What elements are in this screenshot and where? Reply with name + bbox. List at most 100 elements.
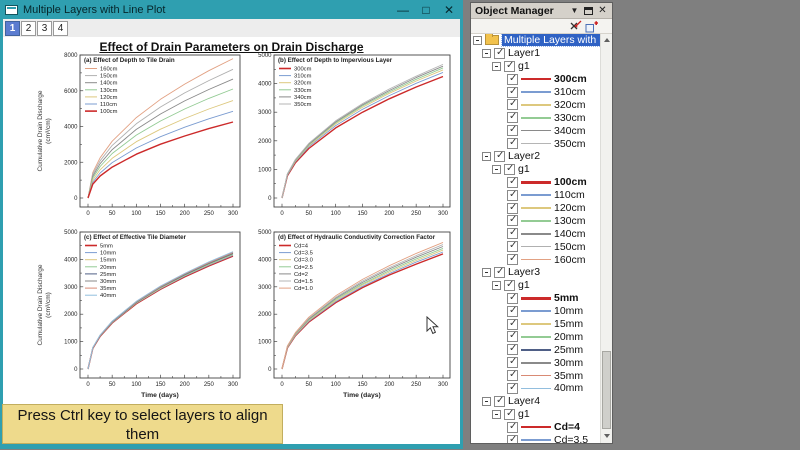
tree-item-40mm[interactable]: 40mm [471,382,612,395]
add-plot-icon[interactable] [585,20,598,33]
checkbox-checked[interactable] [507,203,518,214]
checkbox-checked[interactable] [504,61,515,72]
tree-item-layer4[interactable]: Layer4 [471,395,612,408]
checkbox-checked[interactable] [507,241,518,252]
tree-item-100cm[interactable]: 100cm [471,176,612,189]
tree-item-25mm[interactable]: 25mm [471,343,612,356]
tree-item-g1[interactable]: g1 [471,408,612,421]
tree-item-g1[interactable]: g1 [471,163,612,176]
plot-color-swatch [521,349,551,351]
checkbox-checked[interactable] [507,87,518,98]
collapse-icon[interactable] [492,62,501,71]
checkbox-checked[interactable] [507,293,518,304]
tree-item-130cm[interactable]: 130cm [471,214,612,227]
checkbox-checked[interactable] [507,370,518,381]
svg-text:330cm: 330cm [294,88,312,94]
checkbox-checked[interactable] [507,357,518,368]
plot-color-swatch [521,91,551,93]
chevron-down-icon[interactable]: ▼ [569,4,580,18]
checkbox-checked[interactable] [507,306,518,317]
collapse-icon[interactable] [492,165,501,174]
tree-item-310cm[interactable]: 310cm [471,86,612,99]
checkbox-checked[interactable] [507,112,518,123]
checkbox-checked[interactable] [494,267,505,278]
layer-tab-2[interactable]: 2 [21,21,36,36]
charts-canvas: 02000400060008000050100150200250300(a) E… [3,37,460,444]
tree-item-20mm[interactable]: 20mm [471,330,612,343]
tree-item-35mm[interactable]: 35mm [471,369,612,382]
checkbox-checked[interactable] [507,215,518,226]
plot-color-swatch [521,246,551,248]
collapse-icon[interactable] [482,268,491,277]
checkbox-checked[interactable] [507,74,518,85]
collapse-icon[interactable] [482,49,491,58]
layer-tab-1[interactable]: 1 [5,21,20,36]
collapse-icon[interactable] [482,397,491,406]
tree-item-layer1[interactable]: Layer1 [471,47,612,60]
collapse-icon[interactable] [482,152,491,161]
checkbox-checked[interactable] [494,396,505,407]
tree-item-330cm[interactable]: 330cm [471,111,612,124]
svg-text:150cm: 150cm [100,74,118,80]
tree-item-160cm[interactable]: 160cm [471,253,612,266]
tree-item-cd-3-5[interactable]: Cd=3.5 [471,434,612,443]
tree-item-cd-4[interactable]: Cd=4 [471,421,612,434]
tree-item-340cm[interactable]: 340cm [471,124,612,137]
panel-close-icon[interactable]: ✕ [597,4,608,18]
checkbox-checked[interactable] [504,409,515,420]
tree-item-140cm[interactable]: 140cm [471,227,612,240]
plot-color-swatch [521,220,551,222]
tree-item-30mm[interactable]: 30mm [471,356,612,369]
collapse-icon[interactable] [492,281,501,290]
checkbox-checked[interactable] [507,190,518,201]
scrollbar-thumb[interactable] [602,351,611,429]
minimize-icon[interactable]: — [394,2,412,18]
layer-tab-4[interactable]: 4 [53,21,68,36]
checkbox-checked[interactable] [507,254,518,265]
checkbox-checked[interactable] [507,99,518,110]
checkbox-checked[interactable] [507,177,518,188]
checkbox-checked[interactable] [507,422,518,433]
float-panel-icon[interactable] [584,7,593,15]
checkbox-checked[interactable] [507,138,518,149]
tree-item-g1[interactable]: g1 [471,60,612,73]
checkbox-checked[interactable] [504,280,515,291]
collapse-icon[interactable] [492,410,501,419]
tree-item-120cm[interactable]: 120cm [471,202,612,215]
svg-text:200: 200 [384,211,395,217]
checkbox-checked[interactable] [507,319,518,330]
checkbox-checked[interactable] [494,151,505,162]
tree-item-multiple-layers-with-line-plo[interactable]: Multiple Layers with Line Plo [471,34,612,47]
tree-root-label[interactable]: Multiple Layers with Line Plo [502,34,612,46]
scroll-up-icon[interactable] [601,34,612,46]
tree-item-320cm[interactable]: 320cm [471,98,612,111]
hide-plots-icon[interactable] [569,20,582,33]
tree-item-10mm[interactable]: 10mm [471,305,612,318]
maximize-icon[interactable]: □ [417,2,435,18]
tree-item-5mm[interactable]: 5mm [471,292,612,305]
tree-item-300cm[interactable]: 300cm [471,73,612,86]
checkbox-checked[interactable] [507,331,518,342]
checkbox-checked[interactable] [507,344,518,355]
checkbox-checked[interactable] [507,435,518,443]
tree-item-layer3[interactable]: Layer3 [471,266,612,279]
tree-item-110cm[interactable]: 110cm [471,189,612,202]
checkbox-checked[interactable] [507,125,518,136]
graph-window-titlebar[interactable]: Multiple Layers with Line Plot — □ ✕ [0,0,463,19]
checkbox-checked[interactable] [494,48,505,59]
tree-item-350cm[interactable]: 350cm [471,137,612,150]
collapse-icon[interactable] [473,36,482,45]
object-manager-titlebar[interactable]: Object Manager ▼ ✕ [471,3,612,19]
tree-item-layer2[interactable]: Layer2 [471,150,612,163]
tree-item-g1[interactable]: g1 [471,279,612,292]
plot-color-swatch [521,233,551,235]
layer-tab-3[interactable]: 3 [37,21,52,36]
checkbox-checked[interactable] [504,164,515,175]
checkbox-checked[interactable] [507,383,518,394]
close-icon[interactable]: ✕ [440,2,458,18]
tree-item-150cm[interactable]: 150cm [471,240,612,253]
checkbox-checked[interactable] [507,228,518,239]
tree-item-15mm[interactable]: 15mm [471,318,612,331]
tree-scrollbar[interactable] [600,34,612,443]
scroll-down-icon[interactable] [601,430,612,442]
